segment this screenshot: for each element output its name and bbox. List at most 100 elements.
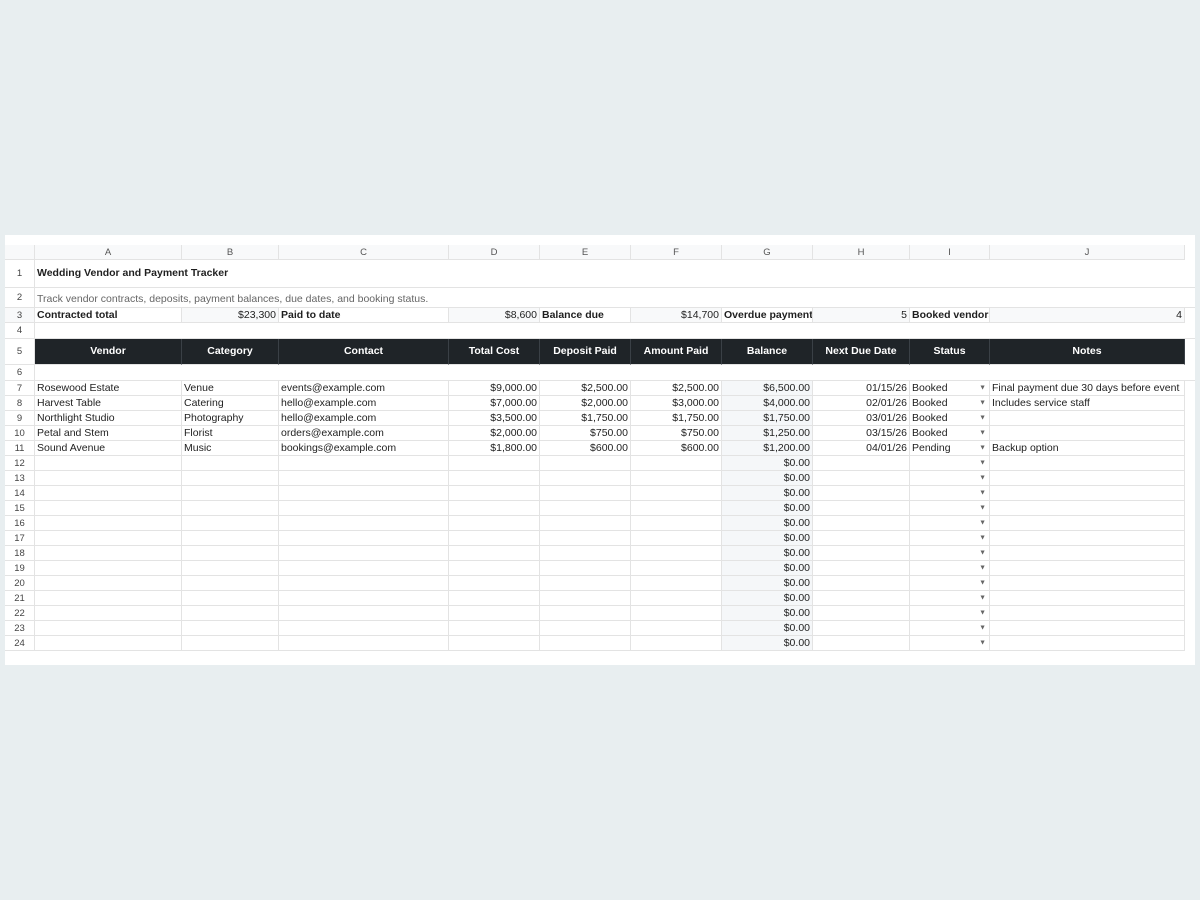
contact-cell[interactable] <box>279 636 449 651</box>
category-cell[interactable] <box>182 591 279 606</box>
row-number[interactable]: 9 <box>5 411 35 426</box>
status-dropdown[interactable]: ▼ <box>910 606 990 621</box>
notes-cell[interactable] <box>990 471 1185 486</box>
contact-cell[interactable] <box>279 576 449 591</box>
vendor-cell[interactable] <box>35 606 182 621</box>
row-number[interactable]: 21 <box>5 591 35 606</box>
vendor-cell[interactable] <box>35 501 182 516</box>
balance-cell[interactable]: $0.00 <box>722 456 813 471</box>
deposit-paid-cell[interactable] <box>540 621 631 636</box>
status-dropdown[interactable]: ▼ <box>910 591 990 606</box>
header-next-due-date[interactable]: Next Due Date <box>813 339 910 365</box>
status-dropdown[interactable]: ▼ <box>910 531 990 546</box>
deposit-paid-cell[interactable] <box>540 606 631 621</box>
status-dropdown[interactable]: ▼ <box>910 501 990 516</box>
amount-paid-cell[interactable]: $1,750.00 <box>631 411 722 426</box>
total-cost-cell[interactable] <box>449 606 540 621</box>
next-due-date-cell[interactable] <box>813 561 910 576</box>
contact-cell[interactable] <box>279 486 449 501</box>
notes-cell[interactable] <box>990 621 1185 636</box>
deposit-paid-cell[interactable] <box>540 561 631 576</box>
deposit-paid-cell[interactable]: $750.00 <box>540 426 631 441</box>
header-category[interactable]: Category <box>182 339 279 365</box>
deposit-paid-cell[interactable] <box>540 516 631 531</box>
row-number[interactable]: 18 <box>5 546 35 561</box>
notes-cell[interactable] <box>990 501 1185 516</box>
row-number[interactable]: 4 <box>5 323 35 339</box>
next-due-date-cell[interactable]: 01/15/26 <box>813 381 910 396</box>
category-cell[interactable] <box>182 576 279 591</box>
balance-cell[interactable]: $1,200.00 <box>722 441 813 456</box>
paid-to-date-value[interactable]: $8,600 <box>449 308 540 323</box>
next-due-date-cell[interactable] <box>813 576 910 591</box>
column-header-i[interactable]: I <box>910 245 990 260</box>
deposit-paid-cell[interactable]: $2,500.00 <box>540 381 631 396</box>
next-due-date-cell[interactable]: 03/01/26 <box>813 411 910 426</box>
category-cell[interactable] <box>182 516 279 531</box>
triangle-down-icon[interactable]: ▼ <box>979 426 986 440</box>
amount-paid-cell[interactable] <box>631 531 722 546</box>
deposit-paid-cell[interactable] <box>540 486 631 501</box>
triangle-down-icon[interactable]: ▼ <box>979 381 986 395</box>
deposit-paid-cell[interactable]: $1,750.00 <box>540 411 631 426</box>
next-due-date-cell[interactable]: 02/01/26 <box>813 396 910 411</box>
row-number[interactable]: 16 <box>5 516 35 531</box>
next-due-date-cell[interactable] <box>813 516 910 531</box>
deposit-paid-cell[interactable] <box>540 546 631 561</box>
contact-cell[interactable] <box>279 591 449 606</box>
corner-cell[interactable] <box>5 245 35 260</box>
column-header-c[interactable]: C <box>279 245 449 260</box>
triangle-down-icon[interactable]: ▼ <box>979 516 986 530</box>
row-number[interactable]: 14 <box>5 486 35 501</box>
notes-cell[interactable] <box>990 531 1185 546</box>
contact-cell[interactable] <box>279 516 449 531</box>
amount-paid-cell[interactable]: $600.00 <box>631 441 722 456</box>
balance-cell[interactable]: $0.00 <box>722 531 813 546</box>
empty-cell[interactable] <box>35 365 1195 381</box>
status-dropdown[interactable]: ▼ <box>910 636 990 651</box>
status-dropdown[interactable]: ▼ <box>910 516 990 531</box>
amount-paid-cell[interactable] <box>631 621 722 636</box>
overdue-payments-value[interactable]: 5 <box>813 308 910 323</box>
total-cost-cell[interactable]: $7,000.00 <box>449 396 540 411</box>
total-cost-cell[interactable] <box>449 621 540 636</box>
total-cost-cell[interactable] <box>449 501 540 516</box>
triangle-down-icon[interactable]: ▼ <box>979 591 986 605</box>
category-cell[interactable] <box>182 486 279 501</box>
triangle-down-icon[interactable]: ▼ <box>979 501 986 515</box>
column-header-e[interactable]: E <box>540 245 631 260</box>
vendor-cell[interactable] <box>35 456 182 471</box>
row-number[interactable]: 5 <box>5 339 35 365</box>
amount-paid-cell[interactable]: $2,500.00 <box>631 381 722 396</box>
category-cell[interactable]: Photography <box>182 411 279 426</box>
total-cost-cell[interactable] <box>449 576 540 591</box>
next-due-date-cell[interactable]: 04/01/26 <box>813 441 910 456</box>
column-header-g[interactable]: G <box>722 245 813 260</box>
vendor-cell[interactable]: Northlight Studio <box>35 411 182 426</box>
balance-cell[interactable]: $1,250.00 <box>722 426 813 441</box>
status-dropdown[interactable]: Booked ▼ <box>910 396 990 411</box>
row-number[interactable]: 3 <box>5 308 35 323</box>
empty-cell[interactable] <box>35 323 1195 339</box>
notes-cell[interactable] <box>990 546 1185 561</box>
contact-cell[interactable] <box>279 501 449 516</box>
overdue-payments-label[interactable]: Overdue payments <box>722 308 813 323</box>
triangle-down-icon[interactable]: ▼ <box>979 456 986 470</box>
next-due-date-cell[interactable]: 03/15/26 <box>813 426 910 441</box>
vendor-cell[interactable] <box>35 471 182 486</box>
amount-paid-cell[interactable] <box>631 486 722 501</box>
deposit-paid-cell[interactable] <box>540 471 631 486</box>
balance-cell[interactable]: $0.00 <box>722 636 813 651</box>
total-cost-cell[interactable]: $9,000.00 <box>449 381 540 396</box>
amount-paid-cell[interactable]: $3,000.00 <box>631 396 722 411</box>
vendor-cell[interactable] <box>35 516 182 531</box>
total-cost-cell[interactable] <box>449 486 540 501</box>
next-due-date-cell[interactable] <box>813 621 910 636</box>
column-header-h[interactable]: H <box>813 245 910 260</box>
next-due-date-cell[interactable] <box>813 591 910 606</box>
amount-paid-cell[interactable] <box>631 576 722 591</box>
total-cost-cell[interactable] <box>449 471 540 486</box>
header-vendor[interactable]: Vendor <box>35 339 182 365</box>
notes-cell[interactable] <box>990 576 1185 591</box>
notes-cell[interactable] <box>990 486 1185 501</box>
